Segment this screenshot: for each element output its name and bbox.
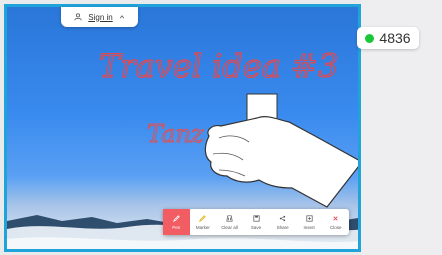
save-label: Save: [250, 225, 262, 230]
chevron-up-icon[interactable]: [119, 14, 125, 20]
clear-all-button[interactable]: Clear all: [216, 209, 243, 235]
subtext-ink: Tanz: [147, 120, 204, 148]
close-button[interactable]: Close: [322, 209, 349, 235]
save-button[interactable]: Save: [243, 209, 270, 235]
sign-in-link[interactable]: Sign in: [88, 13, 112, 22]
share-icon: [279, 215, 286, 222]
marker-icon: [199, 215, 207, 223]
marker-button[interactable]: Marker: [190, 209, 217, 235]
pen-label: Pen: [172, 225, 181, 230]
sign-in-tab[interactable]: Sign in: [61, 7, 138, 27]
user-icon: [74, 13, 82, 21]
share-label: Share: [276, 225, 289, 230]
online-status-icon: [365, 33, 375, 43]
heading-ink: Travel idea #3: [99, 47, 338, 85]
close-label: Close: [330, 225, 342, 230]
close-icon: [333, 216, 338, 221]
counter-value: 4836: [379, 30, 411, 46]
pen-icon: [172, 215, 180, 223]
pen-button[interactable]: Pen: [163, 209, 190, 235]
marker-label: Marker: [195, 225, 210, 230]
save-icon: [252, 215, 260, 222]
clear-all-icon: [226, 215, 233, 222]
participant-counter: 4836: [357, 27, 419, 49]
share-button[interactable]: Share: [269, 209, 296, 235]
drawing-toolbar: Pen Marker Clear all Save Share Insert C…: [163, 209, 349, 235]
clear-all-label: Clear all: [221, 225, 238, 230]
insert-button[interactable]: Insert: [296, 209, 323, 235]
hand-illustration: [204, 93, 358, 208]
insert-label: Insert: [303, 225, 315, 230]
insert-icon: [306, 215, 313, 222]
